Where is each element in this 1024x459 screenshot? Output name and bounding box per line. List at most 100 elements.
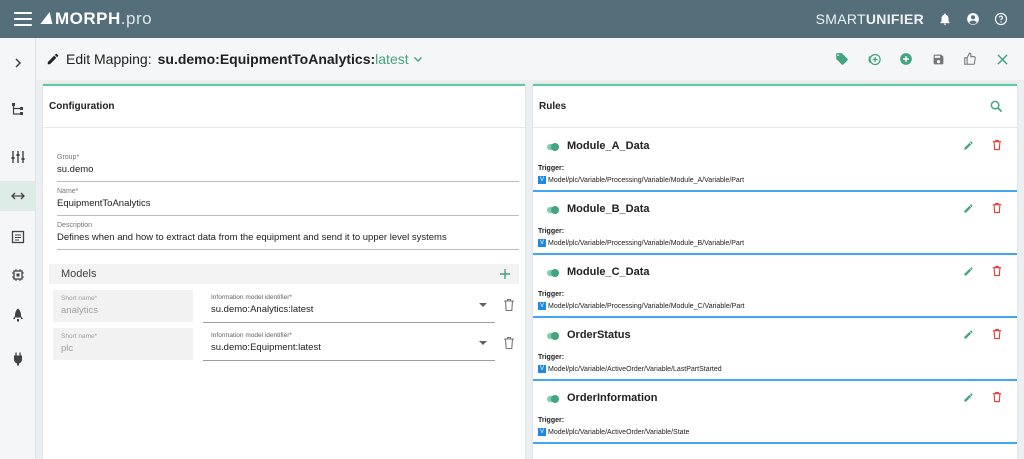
- trash-icon[interactable]: [992, 202, 1002, 214]
- rule-card[interactable]: OrderStatus Trigger: V Model/plc/Variable…: [533, 319, 1017, 381]
- rule-name: Module_B_Data: [567, 203, 650, 215]
- model-identifier-label: Information model identifier*: [211, 294, 292, 301]
- toggle-icon[interactable]: [547, 269, 559, 277]
- trash-icon[interactable]: [992, 139, 1002, 151]
- account-icon[interactable]: [966, 12, 980, 26]
- description-field[interactable]: Description Defines when and how to extr…: [57, 222, 519, 250]
- add-circle-icon[interactable]: [898, 51, 914, 67]
- name-label: Name*: [57, 188, 79, 195]
- trash-icon[interactable]: [503, 298, 515, 312]
- model-identifier-select[interactable]: Information model identifier* su.demo:Eq…: [203, 327, 495, 361]
- app-logo[interactable]: MORPH .pro: [40, 9, 153, 29]
- rule-name: Module_C_Data: [567, 266, 650, 278]
- thumb-up-icon[interactable]: [962, 51, 978, 67]
- trigger-label: Trigger:: [538, 228, 565, 235]
- toggle-icon[interactable]: [547, 206, 559, 214]
- rocket-icon[interactable]: [0, 300, 36, 330]
- sliders-icon[interactable]: [0, 142, 36, 172]
- pencil-icon[interactable]: [963, 329, 974, 340]
- plus-icon[interactable]: [499, 268, 511, 280]
- variable-badge: V: [538, 176, 546, 184]
- logo-mark-icon: [40, 12, 56, 24]
- page-header: Edit Mapping: su.demo:EquipmentToAnalyti…: [36, 38, 1024, 80]
- model-identifier-select[interactable]: Information model identifier* su.demo:An…: [203, 289, 495, 323]
- variable-badge: V: [538, 365, 546, 373]
- models-title: Models: [61, 268, 97, 280]
- dropdown-caret-icon[interactable]: [479, 341, 487, 345]
- short-name-label: Short name*: [61, 295, 98, 302]
- pencil-icon[interactable]: [963, 203, 974, 214]
- toggle-icon[interactable]: [547, 332, 559, 340]
- header-label: Edit Mapping:: [66, 51, 152, 67]
- rules-title: Rules: [533, 86, 1017, 128]
- chevron-right-icon[interactable]: [0, 48, 36, 78]
- group-label: Group*: [57, 154, 80, 161]
- name-field[interactable]: Name* EquipmentToAnalytics: [57, 188, 519, 216]
- short-name-value: analytics: [61, 305, 98, 316]
- rules-panel: Rules Module_A_Data Trigger: V Model/plc/…: [533, 84, 1017, 459]
- description-value: Defines when and how to extract data fro…: [57, 232, 447, 243]
- configuration-title: Configuration: [43, 86, 525, 128]
- add-circle-outline-icon[interactable]: [866, 51, 882, 67]
- rule-card[interactable]: OrderInformation Trigger: V Model/plc/Var…: [533, 382, 1017, 444]
- dropdown-caret-icon[interactable]: [479, 303, 487, 307]
- document-icon[interactable]: [0, 222, 36, 252]
- name-value: EquipmentToAnalytics: [57, 198, 151, 209]
- pencil-icon[interactable]: [963, 140, 974, 151]
- trigger-path: V Model/plc/Variable/ActiveOrder/Variable…: [538, 428, 690, 436]
- search-icon[interactable]: [990, 100, 1003, 113]
- trash-icon[interactable]: [992, 328, 1002, 340]
- trigger-path: V Model/plc/Variable/ActiveOrder/Variable…: [538, 365, 722, 373]
- trigger-path: V Model/plc/Variable/Processing/Variable/…: [538, 176, 745, 184]
- trash-icon[interactable]: [503, 336, 515, 350]
- left-rail: [0, 38, 36, 459]
- trigger-label: Trigger:: [538, 354, 565, 361]
- trigger-label: Trigger:: [538, 291, 565, 298]
- trigger-label: Trigger:: [538, 165, 565, 172]
- toggle-icon[interactable]: [547, 143, 559, 151]
- trigger-path: V Model/plc/Variable/Processing/Variable/…: [538, 302, 745, 310]
- chevron-down-icon[interactable]: [413, 54, 423, 64]
- plug-icon[interactable]: [0, 344, 36, 374]
- menu-icon[interactable]: [14, 12, 32, 26]
- group-field[interactable]: Group* su.demo: [57, 154, 519, 182]
- save-icon[interactable]: [930, 51, 946, 67]
- rule-name: OrderStatus: [567, 329, 631, 341]
- trash-icon[interactable]: [992, 391, 1002, 403]
- top-bar: MORPH .pro SMARTUNIFIER: [0, 0, 1024, 38]
- configuration-panel: Configuration Group* su.demo Name* Equip…: [43, 84, 525, 459]
- bell-icon[interactable]: [938, 12, 952, 26]
- tree-icon[interactable]: [0, 94, 36, 124]
- variable-badge: V: [538, 428, 546, 436]
- models-header: Models: [49, 264, 519, 284]
- mapping-name: su.demo:EquipmentToAnalytics:: [157, 51, 376, 67]
- toggle-icon[interactable]: [547, 395, 559, 403]
- rule-card[interactable]: Module_C_Data Trigger: V Model/plc/Variab…: [533, 256, 1017, 318]
- model-identifier-label: Information model identifier*: [211, 332, 292, 339]
- logo-suffix: .pro: [120, 9, 153, 28]
- rule-card[interactable]: Module_B_Data Trigger: V Model/plc/Variab…: [533, 193, 1017, 255]
- mapping-version[interactable]: latest: [375, 51, 408, 67]
- rule-name: OrderInformation: [567, 392, 658, 404]
- model-identifier-value: su.demo:Analytics:latest: [211, 304, 314, 315]
- short-name-field: Short name* analytics: [53, 290, 193, 322]
- tag-icon[interactable]: [834, 51, 850, 67]
- model-identifier-value: su.demo:Equipment:latest: [211, 342, 321, 353]
- mapping-icon[interactable]: [0, 181, 36, 211]
- short-name-field: Short name* plc: [53, 328, 193, 360]
- trash-icon[interactable]: [992, 265, 1002, 277]
- description-label: Description: [57, 222, 93, 229]
- close-icon[interactable]: [994, 51, 1010, 67]
- product-name: SMARTUNIFIER: [815, 11, 924, 27]
- trigger-label: Trigger:: [538, 417, 565, 424]
- short-name-value: plc: [61, 343, 74, 354]
- short-name-label: Short name*: [61, 333, 98, 340]
- group-value: su.demo: [57, 164, 94, 175]
- rule-card[interactable]: Module_A_Data Trigger: V Model/plc/Variab…: [533, 130, 1017, 192]
- pencil-icon[interactable]: [963, 266, 974, 277]
- logo-main: MORPH: [55, 9, 121, 28]
- pencil-icon: [47, 53, 59, 65]
- help-icon[interactable]: [994, 12, 1008, 26]
- chip-icon[interactable]: [0, 260, 36, 290]
- pencil-icon[interactable]: [963, 392, 974, 403]
